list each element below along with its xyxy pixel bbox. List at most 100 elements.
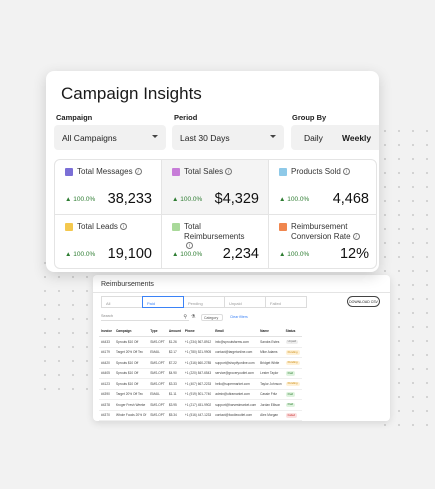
search-placeholder: Search bbox=[101, 314, 114, 318]
group-option-weekly[interactable]: Weekly bbox=[342, 133, 371, 143]
phone-cell: +1 (217) 451-9902 bbox=[182, 399, 214, 411]
filter-icon[interactable]: ⚗ bbox=[191, 314, 195, 320]
metric-products-sold: Products Sold i ▲ 100.0% 4,468 bbox=[269, 160, 376, 215]
status-badge: Paid bbox=[285, 402, 296, 408]
phone-cell: +1 (780) 521-9905 bbox=[182, 347, 214, 358]
email-cell: info@sproutsfarms.com bbox=[213, 336, 259, 348]
campaign-select[interactable]: All Campaigns bbox=[54, 125, 166, 150]
search-icon: ⚲ bbox=[183, 314, 187, 320]
column-header[interactable]: Email bbox=[213, 327, 259, 337]
reimbursements-panel: Reimbursements All Paid Pending Unpaid F… bbox=[93, 275, 390, 421]
table-row[interactable]: #4370 Whole Foods 20% Of SMS-OPT $5.34 +1 (5… bbox=[99, 410, 302, 421]
metric-total-reimbursements: Total Reimbursementsi ▲ 100.0% 2,234 bbox=[162, 215, 269, 268]
status-cell: Paid bbox=[283, 368, 302, 379]
name-cell: Mike Adams bbox=[258, 347, 284, 358]
metric-label: Total Leads bbox=[77, 222, 118, 231]
filter-tab-paid[interactable]: Paid bbox=[142, 296, 184, 308]
status-badge: Paid bbox=[285, 371, 296, 376]
metrics-grid: Total Messages i ▲ 100.0% 38,233 Total Sa… bbox=[54, 159, 377, 269]
status-badge: Paid bbox=[285, 392, 296, 397]
phone-cell: +1 (316) 660-2785 bbox=[182, 357, 214, 369]
campaign-cell: Sprouts $10 Off bbox=[113, 378, 149, 390]
info-icon[interactable]: i bbox=[352, 232, 360, 240]
table-row[interactable]: #4378 Kroger Fresh Weeke SMS-OPT $3.95 +1 (2… bbox=[99, 399, 302, 411]
metric-total-sales: Total Sales i ▲ 100.0% $4,329 bbox=[162, 160, 269, 215]
campaign-label: Campaign bbox=[56, 113, 93, 122]
metric-label: Products Sold bbox=[291, 167, 341, 176]
status-cell: Pending bbox=[283, 378, 302, 390]
type-cell: SMS-OPT bbox=[148, 378, 167, 390]
table-row[interactable]: #4420 Sprouts $10 Off SMS-OPT $7.22 +1 (316)… bbox=[99, 357, 302, 369]
metric-label: Total Messages bbox=[77, 167, 133, 176]
amount-cell: $1.26 bbox=[166, 336, 183, 348]
status-cell: Paid bbox=[283, 389, 302, 400]
table-row[interactable]: #4405 Sprouts $10 Off SMS-OPT $4.90 +1 (220)… bbox=[99, 368, 302, 379]
table-row[interactable]: #4390 Target 20% Off Tec EMAIL $1.11 +1 (919… bbox=[99, 389, 302, 400]
column-header[interactable]: Amount bbox=[166, 327, 183, 337]
name-cell: Taylor Johnson bbox=[258, 378, 284, 390]
email-cell: support@shopifyonline.com bbox=[213, 357, 259, 369]
period-select[interactable]: Last 30 Days bbox=[172, 125, 284, 150]
page-title: Campaign Insights bbox=[61, 84, 202, 103]
info-icon[interactable]: i bbox=[342, 168, 350, 175]
metric-value: 2,234 bbox=[222, 246, 259, 262]
amount-cell: $3.95 bbox=[166, 399, 183, 411]
filter-tab-all[interactable]: All bbox=[101, 296, 143, 308]
info-icon[interactable]: i bbox=[186, 242, 193, 249]
series-swatch bbox=[65, 168, 73, 176]
email-cell: contact@foodieoutlet.com bbox=[213, 410, 259, 421]
invoice-cell: #4123 bbox=[99, 378, 114, 390]
series-swatch bbox=[65, 223, 73, 231]
filter-tab-failed[interactable]: Failed bbox=[265, 296, 307, 308]
info-icon[interactable]: i bbox=[134, 168, 142, 175]
panel-title: Reimbursements bbox=[101, 281, 154, 288]
column-header[interactable]: Type bbox=[148, 327, 167, 337]
invoice-cell: #4370 bbox=[99, 410, 114, 421]
phone-cell: +1 (516) 447-1233 bbox=[182, 410, 214, 421]
download-csv-button[interactable]: DOWNLOAD CSV bbox=[347, 296, 380, 307]
column-header[interactable]: Invoice bbox=[99, 327, 114, 337]
info-icon[interactable]: i bbox=[119, 223, 127, 230]
series-swatch bbox=[279, 223, 287, 231]
campaign-cell: Whole Foods 20% Of bbox=[113, 410, 149, 421]
metric-value: 19,100 bbox=[107, 246, 152, 262]
metric-change: ▲ 100.0% bbox=[65, 196, 96, 203]
metric-change: ▲ 100.0% bbox=[279, 251, 310, 258]
status-badge: Pending bbox=[285, 360, 300, 366]
metric-change: ▲ 100.0% bbox=[172, 196, 203, 203]
invoice-cell: #4433 bbox=[99, 336, 114, 348]
phone-cell: +1 (234) 567-8912 bbox=[182, 336, 214, 348]
filter-tab-unpaid[interactable]: Unpaid bbox=[224, 296, 266, 308]
metric-total-messages: Total Messages i ▲ 100.0% 38,233 bbox=[55, 160, 162, 215]
email-cell: admin@ultramarket.com bbox=[213, 389, 259, 400]
type-cell: SMS-OPT bbox=[148, 368, 167, 379]
category-select[interactable]: Category bbox=[201, 314, 223, 321]
campaign-cell: Kroger Fresh Weeke bbox=[113, 399, 149, 411]
status-cell: Pending bbox=[283, 357, 302, 369]
campaign-cell: Sprouts $10 Off bbox=[113, 357, 149, 369]
info-icon[interactable]: i bbox=[225, 168, 233, 175]
table-row[interactable]: #4433 Sprouts $10 Off SMS-OPT $1.26 +1 (234)… bbox=[99, 336, 302, 348]
column-header[interactable]: Campaign bbox=[113, 327, 149, 337]
name-cell: Sandra Estes bbox=[258, 336, 284, 348]
column-header[interactable]: Name bbox=[258, 327, 284, 337]
phone-cell: +1 (407) 667-2233 bbox=[182, 378, 214, 390]
metric-change: ▲ 100.0% bbox=[65, 251, 96, 258]
filter-tab-pending[interactable]: Pending bbox=[183, 296, 225, 308]
group-option-daily[interactable]: Daily bbox=[304, 133, 323, 143]
campaign-insights-card: Campaign Insights Campaign All Campaigns… bbox=[46, 71, 379, 272]
status-cell: Pending bbox=[283, 347, 302, 358]
campaign-select-value: All Campaigns bbox=[62, 133, 117, 143]
email-cell: service@groceryoutlet.com bbox=[213, 368, 259, 379]
amount-cell: $3.33 bbox=[166, 378, 183, 390]
table-row[interactable]: #4179 Target 20% Off Tec EMAIL $2.17 +1 (780… bbox=[99, 347, 302, 358]
status-cell: Failed bbox=[283, 410, 302, 421]
column-header[interactable]: Phone bbox=[182, 327, 214, 337]
column-header[interactable]: Status bbox=[283, 327, 302, 337]
clear-filters-link[interactable]: Clear filters bbox=[230, 315, 248, 319]
search-input[interactable]: Search ⚲ bbox=[101, 314, 189, 321]
invoice-cell: #4179 bbox=[99, 347, 114, 358]
amount-cell: $5.34 bbox=[166, 410, 183, 421]
table-row[interactable]: #4123 Sprouts $10 Off SMS-OPT $3.33 +1 (407)… bbox=[99, 378, 302, 390]
metric-value: $4,329 bbox=[214, 191, 259, 207]
